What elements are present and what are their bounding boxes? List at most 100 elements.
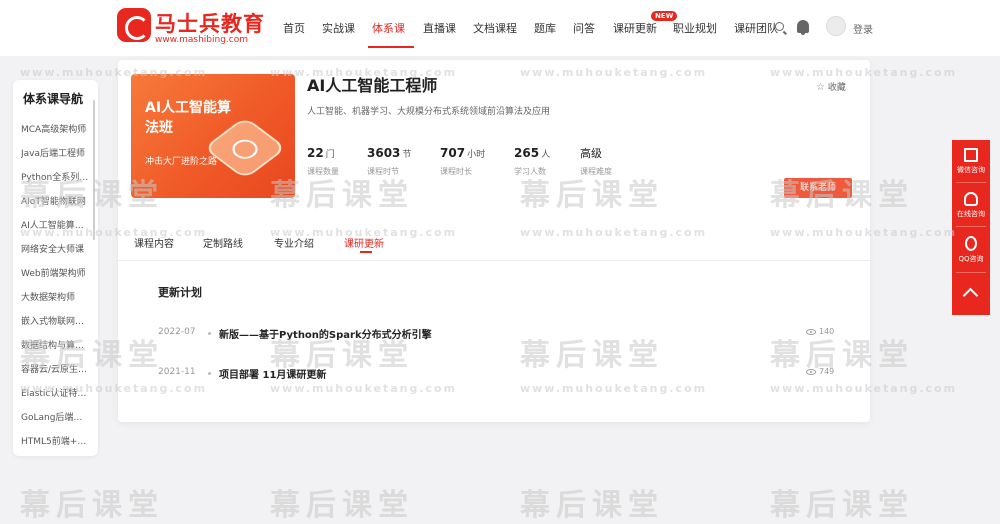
timeline-dot <box>208 372 211 375</box>
nav-active-underline <box>368 46 414 48</box>
logo-mark-icon <box>117 8 151 42</box>
online-consult[interactable]: 在线咨询 <box>952 192 990 219</box>
nav-research-team[interactable]: 课研团队 <box>734 20 778 36</box>
sidebar-title: 体系课导航 <box>23 92 84 106</box>
tab-course-content[interactable]: 课程内容 <box>134 235 174 250</box>
stat-difficulty: 高级 课程难度 <box>580 142 612 177</box>
update-item-title[interactable]: 项目部署 11月课研更新 <box>219 366 326 381</box>
stat-unit: 人 <box>541 150 551 160</box>
watermark: 幕后课堂 <box>20 488 164 523</box>
avatar[interactable] <box>826 16 846 36</box>
course-cover: AI人工智能算法班 冲击大厂进阶之路 <box>131 74 295 198</box>
sidebar-item[interactable]: Java后端工程师 <box>21 146 96 159</box>
floating-contact-bar: 微信咨询 在线咨询 QQ咨询 <box>952 140 990 315</box>
stat-unit: 门 <box>325 150 335 160</box>
stat-label: 学习人数 <box>514 167 546 176</box>
sidebar-item[interactable]: 网络安全大师课 <box>21 242 96 255</box>
site-logo[interactable]: 马士兵教育 www.mashibing.com <box>117 8 264 48</box>
stat-label: 课程时长 <box>440 167 472 176</box>
sidebar-item[interactable]: Web前端架构师 <box>21 266 96 279</box>
watermark: 幕后课堂 <box>770 488 914 523</box>
qq-icon <box>965 236 977 251</box>
cover-title: AI人工智能算法班 <box>145 100 232 136</box>
qq-consult[interactable]: QQ咨询 <box>952 236 990 264</box>
update-plan-title: 更新计划 <box>158 286 202 299</box>
star-icon: ☆ <box>816 82 825 93</box>
eye-icon <box>806 368 816 375</box>
view-count: 749 <box>819 367 835 376</box>
stat-value: 高级 <box>580 147 602 160</box>
update-date: 2022-07 <box>158 327 196 337</box>
stat-unit: 小时 <box>467 150 486 160</box>
stat-value: 265 <box>514 146 540 160</box>
stat-label: 课程数量 <box>307 167 339 176</box>
update-views: 749 <box>806 367 834 376</box>
stat-hours: 707 小时 课程时长 <box>440 142 485 177</box>
favorite-button[interactable]: ☆ 收藏 <box>816 80 846 93</box>
course-description: 人工智能、机器学习、大规模分布式系统领域前沿算法及应用 <box>307 107 551 117</box>
sidebar-item[interactable]: AIoT智能物联网 <box>21 194 96 207</box>
login-link[interactable]: 登录 <box>853 21 873 36</box>
back-to-top-icon[interactable] <box>962 287 979 304</box>
sidebar-item[interactable]: 数据结构与算… <box>21 338 96 351</box>
tab-intro[interactable]: 专业介绍 <box>274 235 314 250</box>
cover-subtitle: 冲击大厂进阶之路 <box>145 157 218 167</box>
stat-label: 课程时节 <box>367 167 399 176</box>
bell-icon[interactable] <box>797 20 809 35</box>
nav-question-bank[interactable]: 题库 <box>534 20 556 36</box>
qrcode-icon <box>964 148 978 162</box>
course-title: AI人工智能工程师 <box>307 76 438 95</box>
stat-lessons: 3603 节 课程时节 <box>367 142 411 177</box>
sidebar-item[interactable]: AI人工智能算… <box>21 218 96 231</box>
favorite-label: 收藏 <box>827 83 846 93</box>
sidebar-item[interactable]: Elastic认证特… <box>21 386 96 399</box>
stat-course-count: 22 门 课程数量 <box>307 142 339 177</box>
qq-label: QQ咨询 <box>958 255 984 263</box>
nav-doc-course[interactable]: 文档课程 <box>473 20 517 36</box>
sidebar-scrollbar[interactable] <box>93 100 95 240</box>
nav-career[interactable]: 职业规划 <box>673 20 717 36</box>
stat-value: 707 <box>440 146 466 160</box>
nav-home[interactable]: 首页 <box>283 20 305 36</box>
tab-active-underline <box>360 251 372 253</box>
timeline-dot <box>208 332 211 335</box>
online-label: 在线咨询 <box>957 210 985 218</box>
watermark: 幕后课堂 <box>520 488 664 523</box>
course-card: AI人工智能算法班 冲击大厂进阶之路 AI人工智能工程师 人工智能、机器学习、大… <box>118 60 870 422</box>
contact-teacher-button[interactable]: 联系老师 <box>784 178 852 198</box>
sidebar-item[interactable]: 容器云/云原生… <box>21 362 96 375</box>
stat-unit: 节 <box>402 150 412 160</box>
wechat-consult[interactable]: 微信咨询 <box>952 148 990 175</box>
sidebar-item[interactable]: 嵌入式物联网… <box>21 314 96 327</box>
view-count: 140 <box>819 327 835 336</box>
stat-value: 3603 <box>367 146 401 160</box>
logo-url: www.mashibing.com <box>155 35 249 45</box>
nav-practical[interactable]: 实战课 <box>322 20 355 36</box>
tab-research-update[interactable]: 课研更新 <box>344 235 384 250</box>
sidebar-item[interactable]: MCA高级架构师 <box>21 122 96 135</box>
headset-icon <box>964 192 978 206</box>
nav-system-course[interactable]: 体系课 <box>372 20 405 36</box>
search-icon[interactable] <box>775 22 784 31</box>
sidebar-item[interactable]: 大数据架构师 <box>21 290 96 303</box>
divider <box>956 226 986 227</box>
top-header: 马士兵教育 www.mashibing.com 首页 实战课 体系课 直播课 文… <box>0 0 1000 56</box>
update-views: 140 <box>806 327 834 336</box>
sidebar-item[interactable]: Python全系列… <box>21 170 96 183</box>
stat-learners: 265 人 学习人数 <box>514 142 550 177</box>
nav-live[interactable]: 直播课 <box>423 20 456 36</box>
stat-label: 课程难度 <box>580 167 612 176</box>
sidebar-item[interactable]: GoLang后端… <box>21 410 96 423</box>
tab-custom-route[interactable]: 定制路线 <box>203 235 243 250</box>
logo-text: 马士兵教育 <box>155 12 265 36</box>
watermark: 幕后课堂 <box>270 488 414 523</box>
nav-qa[interactable]: 问答 <box>573 20 595 36</box>
stat-value: 22 <box>307 146 324 160</box>
divider <box>956 182 986 183</box>
divider <box>956 272 986 273</box>
sidebar-item[interactable]: HTML5前端+… <box>21 434 96 447</box>
update-date: 2021-11 <box>158 367 196 377</box>
update-item-title[interactable]: 新版——基于Python的Spark分布式分析引擎 <box>219 326 432 341</box>
eye-icon <box>806 328 816 335</box>
nav-research-update[interactable]: 课研更新 <box>613 20 657 36</box>
